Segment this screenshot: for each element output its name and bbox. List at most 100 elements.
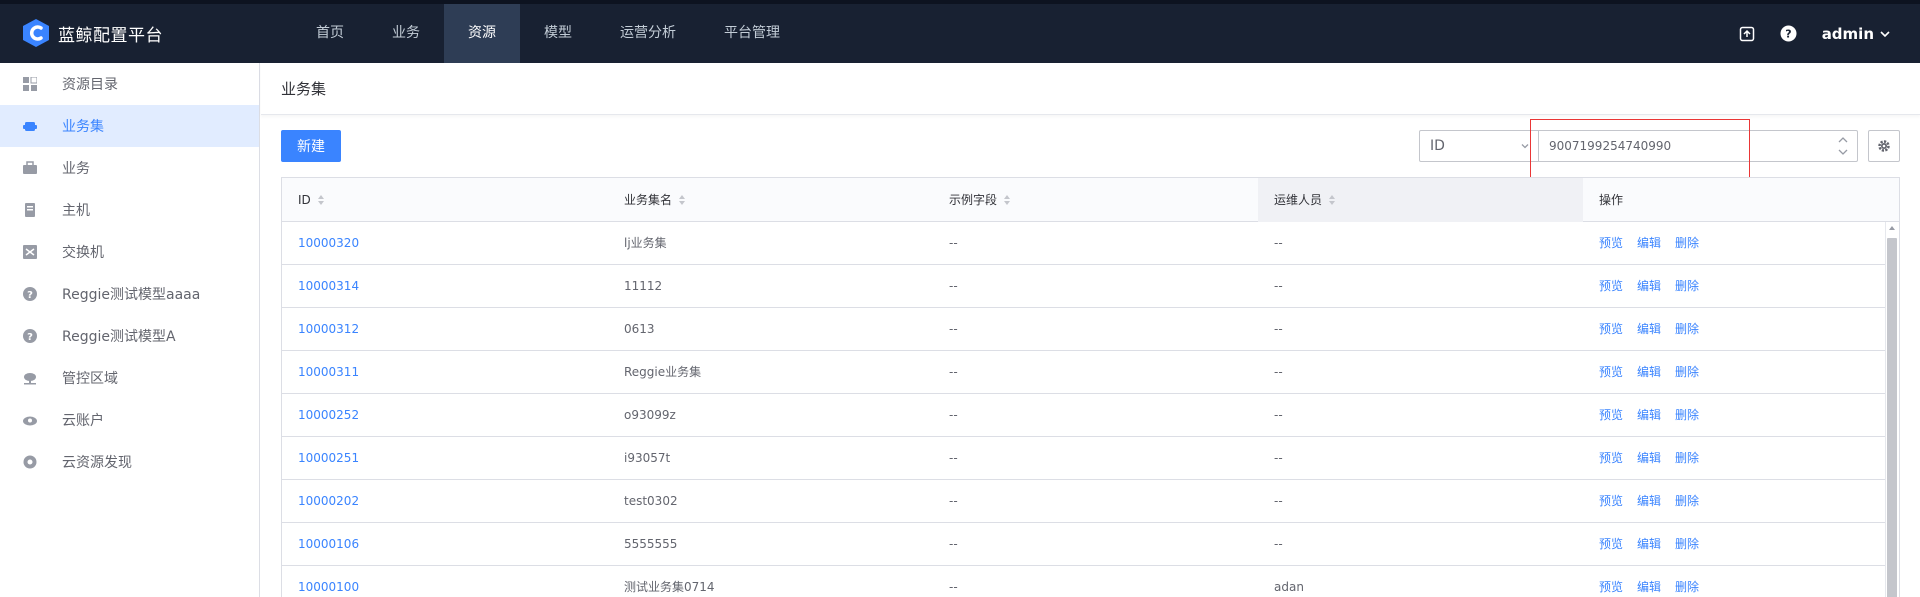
sort-icon[interactable] <box>317 194 325 206</box>
column-header-maintainer[interactable]: 运维人员 <box>1258 178 1583 222</box>
new-button[interactable]: 新建 <box>281 130 341 162</box>
preview-link[interactable]: 预览 <box>1599 437 1623 480</box>
cell-id[interactable]: 10000312 <box>282 308 608 351</box>
delete-link[interactable]: 删除 <box>1675 222 1699 265</box>
sort-icon[interactable] <box>1003 194 1011 206</box>
edit-link[interactable]: 编辑 <box>1637 265 1661 308</box>
column-header-name[interactable]: 业务集名 <box>608 178 933 222</box>
sidebar-item-label: Reggie测试模型A <box>62 329 176 345</box>
edit-link[interactable]: 编辑 <box>1637 480 1661 523</box>
sidebar-item-cloud-area[interactable]: 管控区域 <box>0 357 259 399</box>
column-header-id[interactable]: ID <box>282 178 608 222</box>
cell-maintainer: -- <box>1274 236 1283 250</box>
question-icon: ? <box>22 286 38 302</box>
scrollbar-thumb[interactable] <box>1887 238 1897 597</box>
delete-link[interactable]: 删除 <box>1675 351 1699 394</box>
search-field-select[interactable]: ID <box>1419 130 1539 162</box>
app-logo[interactable]: 蓝鲸配置平台 <box>22 18 163 48</box>
column-settings-button[interactable] <box>1868 130 1900 162</box>
cell-id[interactable]: 10000314 <box>282 265 608 308</box>
nav-item-home[interactable]: 首页 <box>292 4 368 63</box>
table-row: 10000202 test0302 -- -- 预览 编辑 删除 <box>282 480 1899 523</box>
cell-id[interactable]: 10000251 <box>282 437 608 480</box>
edit-link[interactable]: 编辑 <box>1637 222 1661 265</box>
preview-link[interactable]: 预览 <box>1599 523 1623 566</box>
user-menu[interactable]: admin <box>1822 25 1890 43</box>
sidebar-item-cloud-account[interactable]: 云账户 <box>0 399 259 441</box>
preview-link[interactable]: 预览 <box>1599 566 1623 597</box>
edit-link[interactable]: 编辑 <box>1637 566 1661 597</box>
sidebar-item-business[interactable]: 业务 <box>0 147 259 189</box>
cell-name: i93057t <box>624 451 671 465</box>
cell-id[interactable]: 10000106 <box>282 523 608 566</box>
nav-item-model[interactable]: 模型 <box>520 4 596 63</box>
preview-link[interactable]: 预览 <box>1599 308 1623 351</box>
number-stepper-icon[interactable] <box>1836 132 1850 160</box>
sidebar-item-directory[interactable]: 资源目录 <box>0 63 259 105</box>
sidebar-item-business-set[interactable]: 业务集 <box>0 105 259 147</box>
edit-link[interactable]: 编辑 <box>1637 308 1661 351</box>
column-header-sample[interactable]: 示例字段 <box>933 178 1258 222</box>
sidebar-item-switch[interactable]: 交换机 <box>0 231 259 273</box>
cell-id[interactable]: 10000311 <box>282 351 608 394</box>
delete-link[interactable]: 删除 <box>1675 437 1699 480</box>
delete-link[interactable]: 删除 <box>1675 523 1699 566</box>
delete-link[interactable]: 删除 <box>1675 265 1699 308</box>
table-row: 10000314 11112 -- -- 预览 编辑 删除 <box>282 265 1899 308</box>
edit-link[interactable]: 编辑 <box>1637 351 1661 394</box>
table-body: 10000320 lj业务集 -- -- 预览 编辑 删除 10000314 1… <box>282 222 1899 597</box>
cell-sample: -- <box>949 365 958 379</box>
preview-link[interactable]: 预览 <box>1599 351 1623 394</box>
cell-id[interactable]: 10000100 <box>282 566 608 597</box>
cell-maintainer: -- <box>1274 537 1283 551</box>
help-icon[interactable]: ? <box>1780 25 1798 43</box>
cell-maintainer: -- <box>1274 365 1283 379</box>
svg-text:?: ? <box>27 332 33 343</box>
main-nav: 首页 业务 资源 模型 运营分析 平台管理 <box>292 4 804 63</box>
scroll-up-icon[interactable] <box>1888 224 1896 232</box>
delete-link[interactable]: 删除 <box>1675 308 1699 351</box>
cell-id[interactable]: 10000202 <box>282 480 608 523</box>
sidebar-item-label: Reggie测试模型aaaa <box>62 287 201 303</box>
cell-id[interactable]: 10000320 <box>282 222 608 265</box>
nav-item-business[interactable]: 业务 <box>368 4 444 63</box>
sidebar-item-host[interactable]: 主机 <box>0 189 259 231</box>
notice-icon[interactable] <box>1738 25 1756 43</box>
cell-sample: -- <box>949 408 958 422</box>
cell-sample: -- <box>949 451 958 465</box>
edit-link[interactable]: 编辑 <box>1637 437 1661 480</box>
delete-link[interactable]: 删除 <box>1675 566 1699 597</box>
sort-icon[interactable] <box>1328 194 1336 206</box>
main-content: 业务集 新建 ID 9007199254740990 ID 业务集名 示例字段 <box>261 63 1920 597</box>
directory-icon <box>22 76 38 92</box>
preview-link[interactable]: 预览 <box>1599 394 1623 437</box>
toolbar: 新建 ID 9007199254740990 <box>261 115 1920 186</box>
nav-item-resource[interactable]: 资源 <box>444 4 520 63</box>
preview-link[interactable]: 预览 <box>1599 480 1623 523</box>
preview-link[interactable]: 预览 <box>1599 265 1623 308</box>
edit-link[interactable]: 编辑 <box>1637 394 1661 437</box>
sidebar-item-reggie-model-a[interactable]: ? Reggie测试模型A <box>0 315 259 357</box>
search-input[interactable]: 9007199254740990 <box>1538 130 1858 162</box>
cell-operations: 预览 编辑 删除 <box>1583 351 1883 394</box>
nav-item-analysis[interactable]: 运营分析 <box>596 4 700 63</box>
delete-link[interactable]: 删除 <box>1675 480 1699 523</box>
cell-operations: 预览 编辑 删除 <box>1583 523 1883 566</box>
question-icon: ? <box>22 328 38 344</box>
sidebar-item-reggie-model-aaaa[interactable]: ? Reggie测试模型aaaa <box>0 273 259 315</box>
cell-maintainer: -- <box>1274 451 1283 465</box>
cell-sample: -- <box>949 494 958 508</box>
cell-sample: -- <box>949 279 958 293</box>
cell-maintainer: -- <box>1274 322 1283 336</box>
sort-icon[interactable] <box>678 194 686 206</box>
edit-link[interactable]: 编辑 <box>1637 523 1661 566</box>
user-name: admin <box>1821 24 1874 43</box>
gear-icon <box>1878 140 1890 152</box>
nav-item-platform[interactable]: 平台管理 <box>700 4 804 63</box>
cell-id[interactable]: 10000252 <box>282 394 608 437</box>
preview-link[interactable]: 预览 <box>1599 222 1623 265</box>
delete-link[interactable]: 删除 <box>1675 394 1699 437</box>
cell-operations: 预览 编辑 删除 <box>1583 265 1883 308</box>
sidebar-item-cloud-discovery[interactable]: 云资源发现 <box>0 441 259 483</box>
switch-icon <box>22 244 38 260</box>
